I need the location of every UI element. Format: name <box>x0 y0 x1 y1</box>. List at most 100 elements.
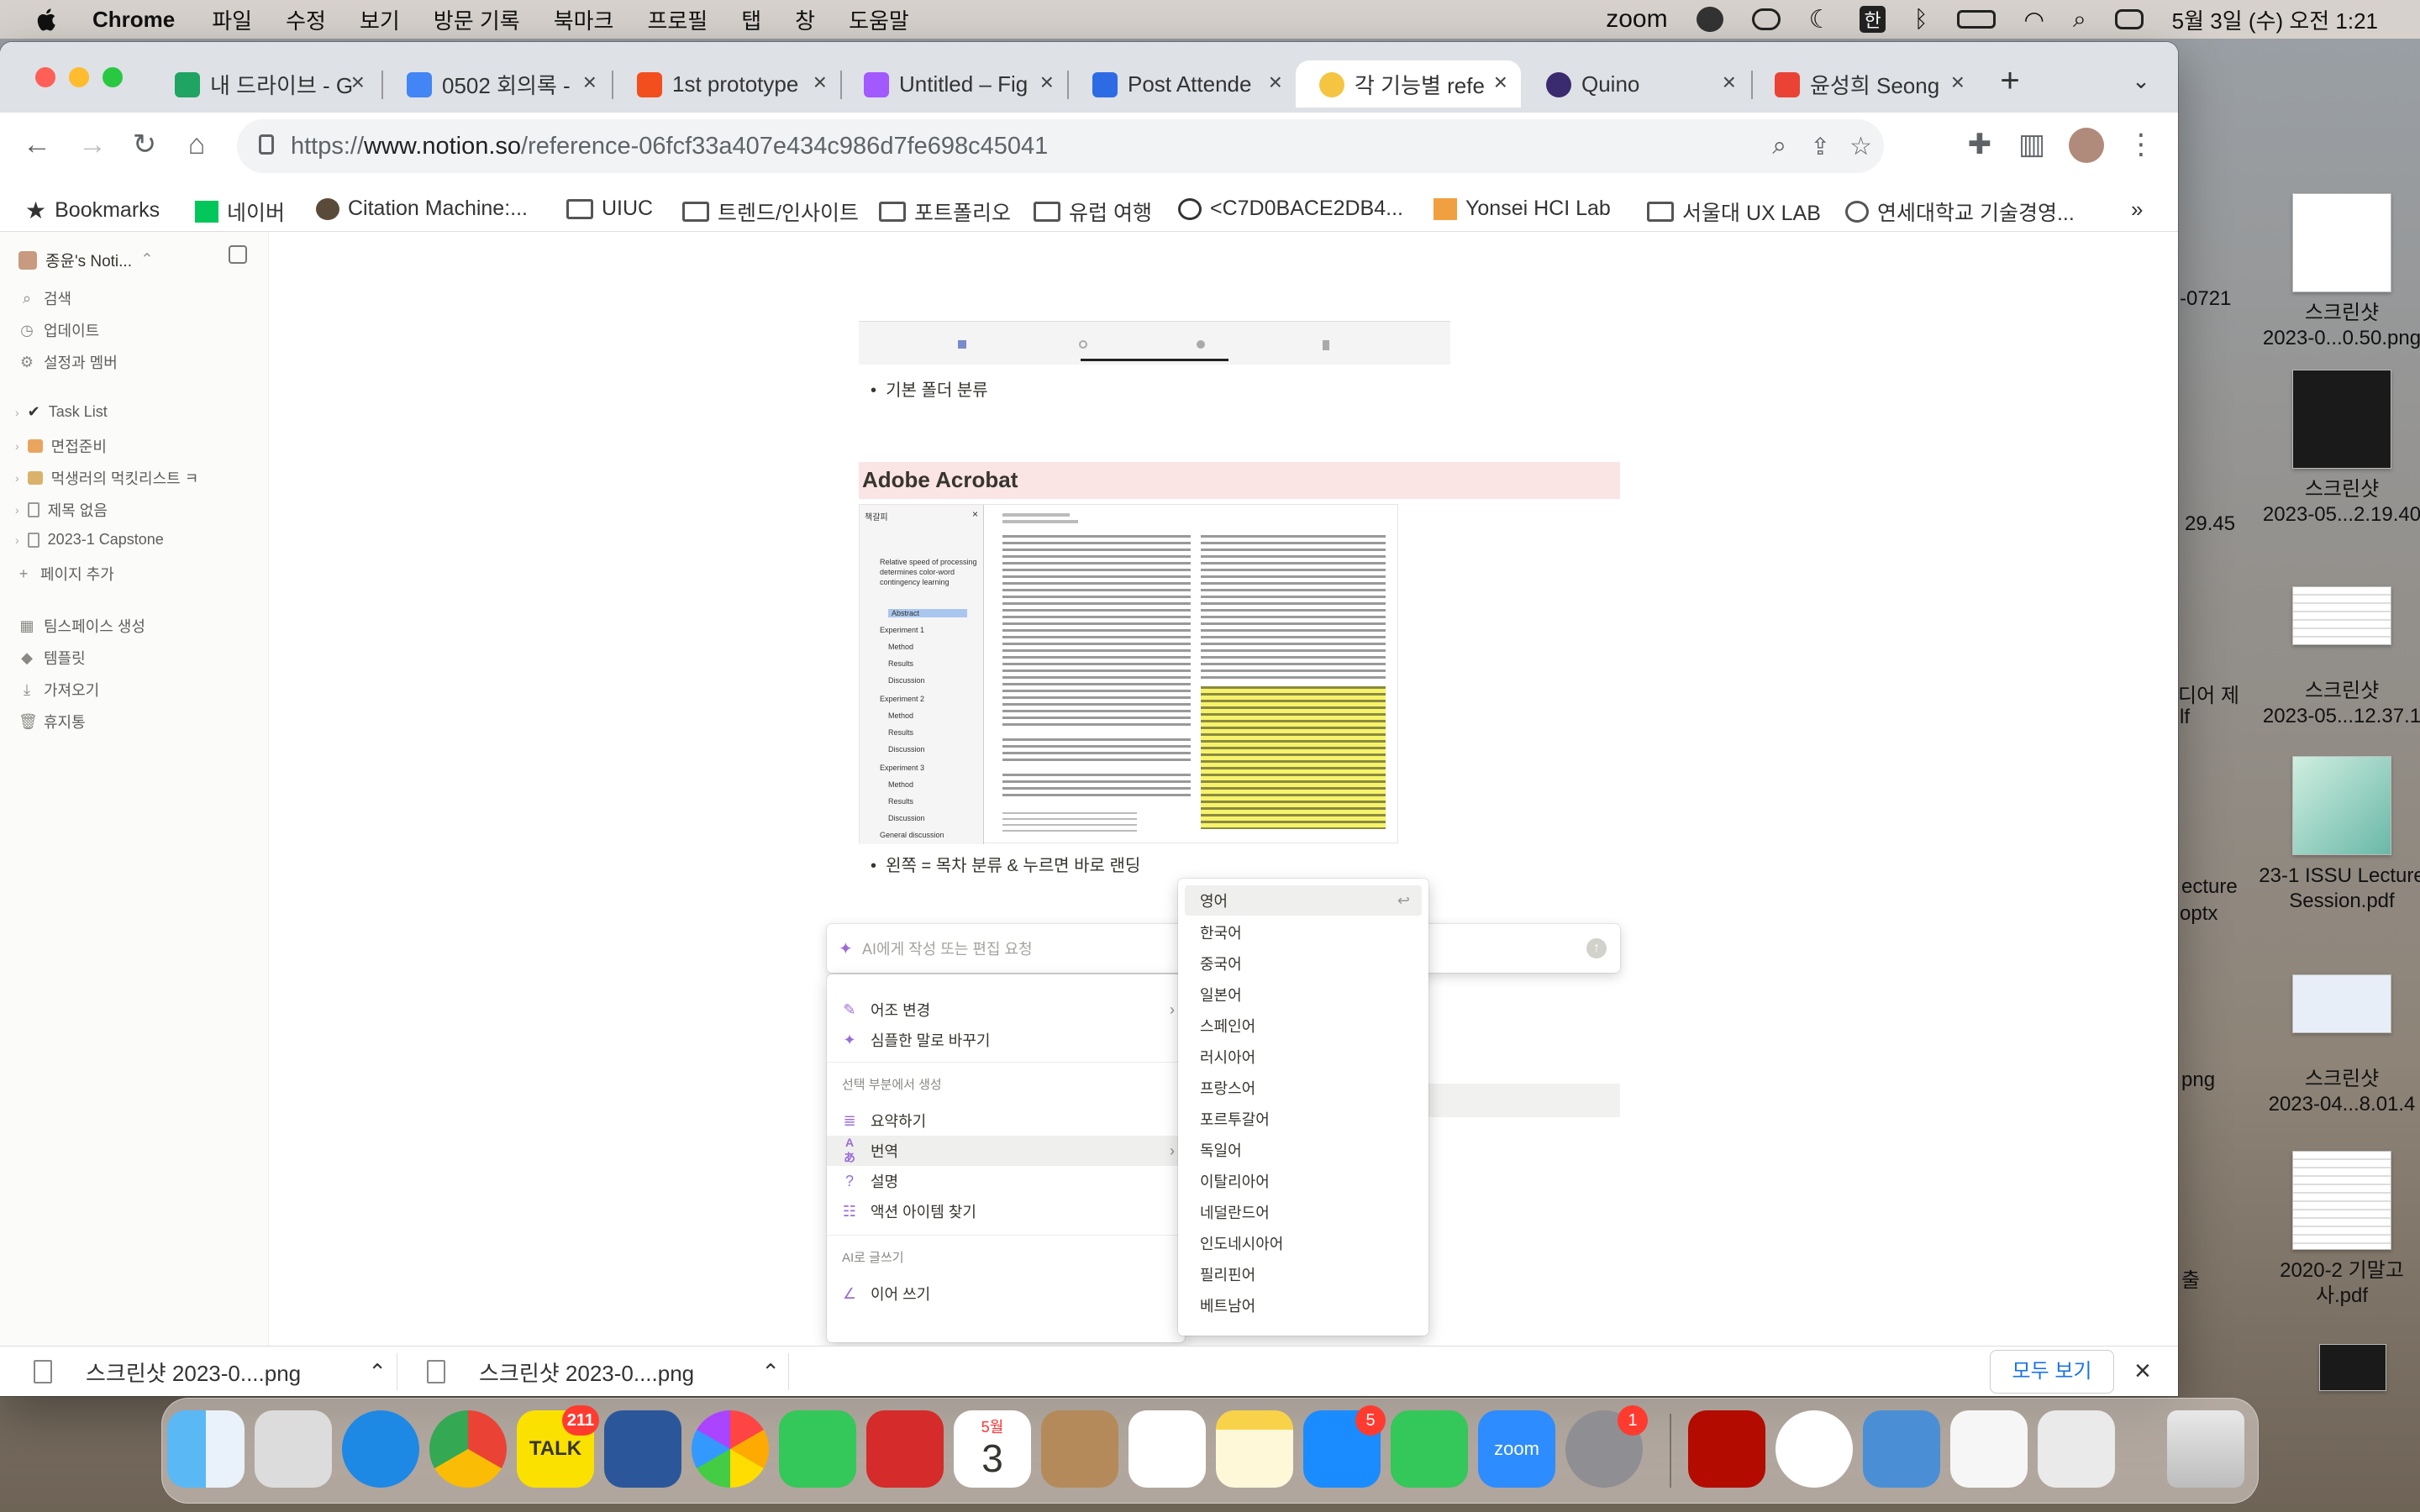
kakaotalk-icon[interactable]: TALK 211 <box>517 1405 599 1488</box>
close-tab-icon[interactable]: × <box>583 69 597 96</box>
language-option[interactable]: 영어 ↩ <box>1185 885 1422 916</box>
menu-history[interactable]: 방문 기록 <box>434 4 520 35</box>
contacts-icon[interactable] <box>1041 1410 1118 1488</box>
minimize-window-button[interactable] <box>69 67 89 87</box>
maximize-window-button[interactable] <box>103 67 123 87</box>
sidebar-updates[interactable]: ◷ 업데이트 <box>18 319 99 341</box>
language-option[interactable]: 스페인어 <box>1185 1011 1422 1041</box>
sidebar-page-interview[interactable]: › 면접준비 <box>15 435 107 457</box>
desktop-file[interactable]: 스크린샷 2023-05...2.19.40 <box>2245 370 2420 528</box>
moon-icon[interactable]: ☾ <box>1809 5 1832 34</box>
finder-icon[interactable] <box>167 1410 245 1488</box>
powerpoint-icon[interactable] <box>1776 1410 1853 1488</box>
tab-google-drive[interactable]: 내 드라이브 - G × <box>151 60 378 108</box>
menu-file[interactable]: 파일 <box>212 4 252 35</box>
close-tab-icon[interactable]: × <box>1494 69 1507 96</box>
bookmark-item[interactable]: 연세대학교 기술경영... <box>1845 197 2075 227</box>
sidebar-search[interactable]: ⌕ 검색 <box>18 287 71 309</box>
zoom-status-text[interactable]: zoom <box>1606 5 1667 34</box>
bookmark-folder[interactable]: 유럽 여행 <box>1034 197 1152 227</box>
desktop-file[interactable]: 23-1 ISSU Lecture Session.pdf <box>2245 756 2420 914</box>
bookmark-item[interactable]: 네이버 <box>195 197 285 227</box>
sidebar-page-untitled[interactable]: › 제목 없음 <box>15 499 108 521</box>
menu-simplify[interactable]: ✦ 심플한 말로 바꾸기 <box>827 1025 1185 1055</box>
close-tab-icon[interactable]: × <box>1723 69 1736 96</box>
word-doc-icon[interactable] <box>1863 1410 1940 1488</box>
language-option[interactable]: 중국어 <box>1185 948 1422 979</box>
tab-gmail[interactable]: 윤성희 Seong × <box>1751 60 1978 108</box>
chevron-right-icon[interactable]: › <box>15 533 19 547</box>
home-icon[interactable]: ⌂ <box>180 128 213 161</box>
chevron-up-icon[interactable]: ⌃ <box>761 1359 780 1385</box>
menu-window[interactable]: 창 <box>795 4 815 35</box>
notes-icon[interactable] <box>1216 1410 1293 1488</box>
share-icon[interactable]: ⇪ <box>1811 133 1830 160</box>
creative-cloud-icon[interactable] <box>1751 8 1781 30</box>
menu-app-name[interactable]: Chrome <box>92 7 175 33</box>
bookmarks-overflow-icon[interactable]: » <box>2131 197 2143 223</box>
menu-continue-writing[interactable]: ∠ 이어 쓰기 <box>827 1278 1185 1309</box>
chevron-right-icon[interactable]: › <box>15 503 19 517</box>
bookmark-folder[interactable]: 포트폴리오 <box>879 197 1011 227</box>
tab-search-chevron-icon[interactable]: ⌄ <box>2124 64 2158 97</box>
new-tab-button[interactable]: + <box>1993 64 2027 97</box>
download-item[interactable]: 스크린샷 2023-0....png ⌃ <box>34 1347 387 1396</box>
language-option[interactable]: 인도네시아어 <box>1185 1228 1422 1258</box>
embedded-acrobat-screenshot[interactable]: 책갈피 × Relative speed of processing deter… <box>859 504 1398 844</box>
forward-arrow-icon[interactable]: → <box>76 128 109 161</box>
calendar-icon[interactable]: 5월 3 <box>954 1410 1031 1488</box>
bullet-item[interactable]: • 기본 폴더 분류 <box>871 376 988 401</box>
close-tab-icon[interactable]: × <box>813 69 827 96</box>
language-option[interactable]: 베트남어 <box>1185 1290 1422 1320</box>
bookmark-folder[interactable]: 트렌드/인사이트 <box>682 197 859 227</box>
tab-notion-reference[interactable]: 각 기능별 refe × <box>1296 60 1521 108</box>
sidebar-trash[interactable]: 🗑︎ 휴지통 <box>18 711 86 732</box>
language-option[interactable]: 이탈리아어 <box>1185 1166 1422 1196</box>
tab-figma-prototype[interactable]: 1st prototype × <box>613 60 840 108</box>
desktop-file[interactable]: 스크린샷 2023-04...8.01.4 <box>2245 974 2420 1117</box>
menu-profiles[interactable]: 프로필 <box>647 4 708 35</box>
workspace-switcher[interactable]: 종윤's Noti... ⌃ <box>18 249 154 271</box>
photo-booth-icon[interactable] <box>866 1410 944 1488</box>
heading-adobe-acrobat[interactable]: Adobe Acrobat <box>859 462 1620 499</box>
extensions-puzzle-icon[interactable]: ✚ <box>1963 128 1996 161</box>
side-panel-icon[interactable]: ▥ <box>2015 128 2049 161</box>
close-tab-icon[interactable]: × <box>1951 69 1965 96</box>
menu-help[interactable]: 도움말 <box>849 4 909 35</box>
sidebar-create-teamspace[interactable]: ▦ 팀스페이스 생성 <box>18 615 145 637</box>
clock[interactable]: 5월 3일 (수) 오전 1:21 <box>2172 4 2378 35</box>
bookmark-item[interactable]: <C7D0BACE2DB4... <box>1178 197 1403 221</box>
address-bar[interactable]: https://www.notion.so/reference-06fcf33a… <box>237 119 1884 173</box>
desktop-file[interactable]: 2020-2 기말고 사.pdf <box>2245 1151 2420 1309</box>
zoom-app-icon[interactable]: zoom <box>1478 1410 1555 1488</box>
preview-edit-icon[interactable] <box>2038 1410 2115 1488</box>
menu-edit[interactable]: 수정 <box>286 4 326 35</box>
menu-summarize[interactable]: ≣ 요약하기 <box>827 1105 1185 1136</box>
show-all-downloads-button[interactable]: 모두 보기 <box>1990 1350 2114 1394</box>
messages-icon[interactable] <box>1391 1410 1468 1488</box>
language-option[interactable]: 일본어 <box>1185 979 1422 1010</box>
close-tab-icon[interactable]: × <box>1269 69 1282 96</box>
tab-figma-untitled[interactable]: Untitled – Fig × <box>840 60 1067 108</box>
submit-arrow-icon[interactable]: ↑ <box>1586 938 1607 958</box>
language-option[interactable]: 러시아어 <box>1185 1042 1422 1072</box>
trash-can-icon[interactable] <box>2167 1410 2244 1488</box>
sidebar-import[interactable]: ⤓ 가져오기 <box>18 679 99 701</box>
photos-icon[interactable] <box>692 1410 769 1488</box>
menu-change-tone[interactable]: ✎ 어조 변경 › <box>827 995 1185 1025</box>
recording-icon[interactable] <box>1696 7 1723 32</box>
system-settings-icon[interactable]: 1 <box>1565 1405 1648 1488</box>
desktop-file[interactable] <box>2319 1344 2386 1399</box>
new-page-icon[interactable] <box>229 245 247 264</box>
download-item[interactable]: 스크린샷 2023-0....png ⌃ <box>427 1347 780 1396</box>
facetime-icon[interactable] <box>779 1410 856 1488</box>
app-store-icon[interactable]: 5 <box>1303 1405 1386 1488</box>
input-method-indicator[interactable]: 한 <box>1860 6 1886 33</box>
acrobat-icon[interactable] <box>1688 1410 1765 1488</box>
bookmark-folder[interactable]: UIUC <box>566 197 653 221</box>
language-option[interactable]: 네덜란드어 <box>1185 1197 1422 1227</box>
tab-meeting-notes[interactable]: 0502 회의록 - × <box>383 60 610 108</box>
menu-explain[interactable]: ? 설명 <box>827 1166 1185 1196</box>
language-option[interactable]: 필리핀어 <box>1185 1259 1422 1289</box>
bookmark-folder[interactable]: 서울대 UX LAB <box>1647 197 1821 227</box>
